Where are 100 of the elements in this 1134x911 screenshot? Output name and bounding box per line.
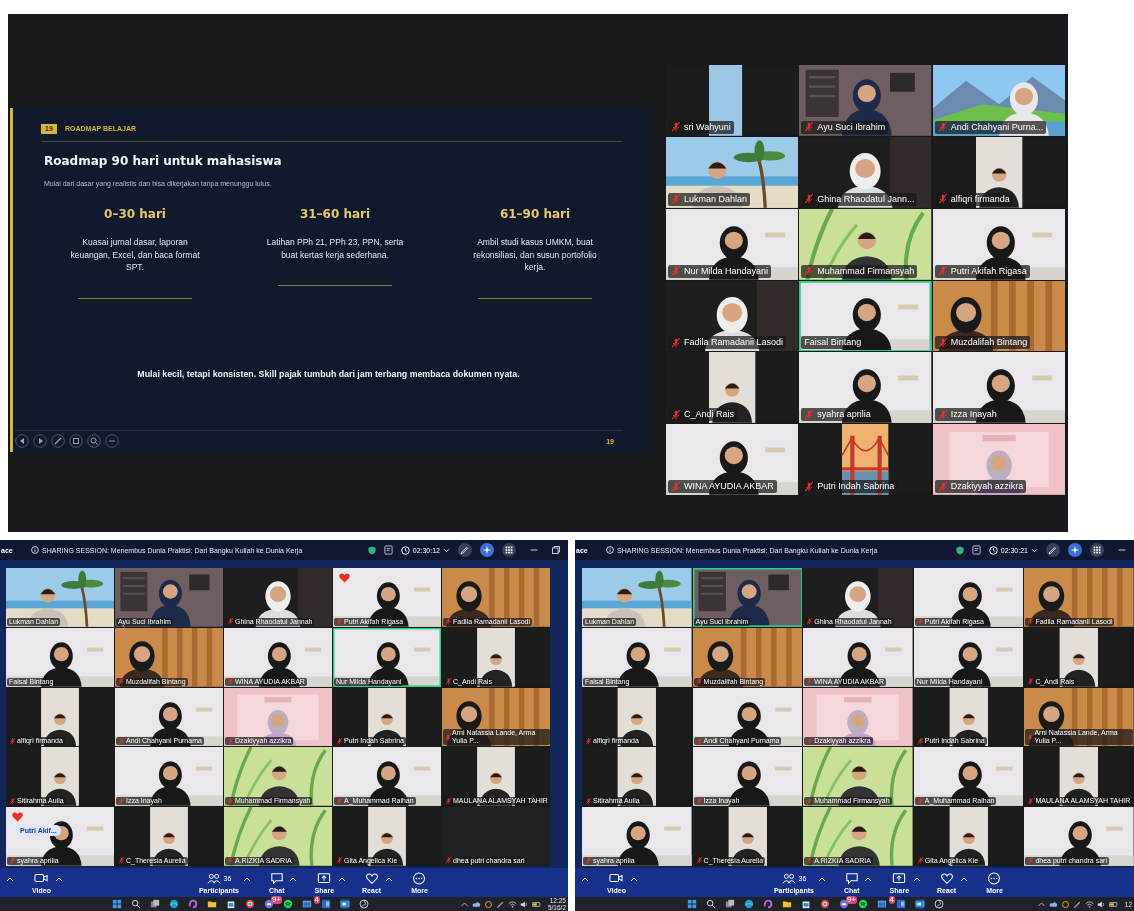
caret-icon[interactable] bbox=[960, 876, 969, 882]
participant-name: Putri Indah Sabrina bbox=[817, 481, 895, 492]
participant-name: Muhammad Firmansyah bbox=[817, 265, 915, 277]
caret-icon[interactable] bbox=[243, 876, 251, 882]
folder-icon[interactable] bbox=[207, 899, 217, 909]
participant-name: Nur Milda Handayani bbox=[684, 265, 769, 277]
caret-icon[interactable] bbox=[581, 876, 589, 882]
participant-name: Dzakiyyah azzikra bbox=[950, 481, 1024, 492]
speaker-icon[interactable] bbox=[519, 899, 529, 909]
participant-name: Putri Akifah Rigasa bbox=[950, 265, 1027, 277]
video-app-icon[interactable] bbox=[340, 899, 350, 909]
cloud-icon[interactable] bbox=[471, 899, 481, 909]
cloud-icon[interactable] bbox=[1048, 899, 1058, 909]
caret-icon[interactable] bbox=[338, 876, 347, 882]
more-icon bbox=[412, 871, 427, 885]
caret-icon[interactable] bbox=[385, 876, 394, 882]
swirl-icon[interactable] bbox=[763, 899, 773, 909]
windows-stack-icon[interactable] bbox=[150, 899, 160, 909]
aperture-icon[interactable] bbox=[934, 899, 944, 909]
caret-icon[interactable] bbox=[863, 876, 872, 882]
participant-name: C_Andi Rais bbox=[684, 409, 735, 421]
battery-icon[interactable] bbox=[531, 899, 541, 909]
ring-icon[interactable] bbox=[820, 899, 830, 909]
sound-waves-icon[interactable] bbox=[283, 899, 293, 909]
minimize-icon[interactable] bbox=[530, 546, 538, 554]
caret-icon[interactable] bbox=[629, 876, 638, 882]
caret-icon[interactable] bbox=[54, 876, 63, 882]
windows-stack-icon[interactable] bbox=[725, 899, 735, 909]
caret-icon[interactable] bbox=[6, 876, 14, 882]
heart-outline-icon bbox=[939, 871, 954, 885]
globe-icon[interactable] bbox=[169, 899, 179, 909]
participant-name: Lukman Dahlan bbox=[684, 193, 748, 205]
camera-icon bbox=[34, 871, 49, 885]
restore-icon[interactable] bbox=[552, 546, 560, 554]
apps-button[interactable] bbox=[502, 543, 516, 557]
participant-name: sri Wahyuni bbox=[684, 121, 731, 133]
pen-icon bbox=[1047, 544, 1059, 556]
wifi-icon[interactable] bbox=[507, 899, 517, 909]
notification-badge: 4 bbox=[313, 896, 320, 904]
chevron-down-icon[interactable] bbox=[1031, 547, 1038, 553]
phase-heading: 0–30 hari bbox=[104, 206, 166, 222]
participant-name: Izza Inayah bbox=[950, 409, 997, 421]
caret-icon[interactable] bbox=[818, 876, 826, 882]
participant-name: Ghina Rhaodatul Jann... bbox=[817, 193, 915, 205]
clock-icon bbox=[400, 545, 410, 555]
gamepad-icon[interactable] bbox=[839, 899, 849, 909]
window-app-icon[interactable] bbox=[302, 899, 312, 909]
sync-icon[interactable] bbox=[1060, 899, 1070, 909]
grid-icon bbox=[1091, 544, 1103, 556]
ring-icon[interactable] bbox=[245, 899, 255, 909]
play-icon[interactable] bbox=[33, 434, 47, 448]
phase-text: Ambil studi kasus UMKM, buat rekonsiliasi, dan susun portofolio kerja. bbox=[472, 236, 598, 274]
pen-tray-icon[interactable] bbox=[495, 899, 505, 909]
slides-icon[interactable] bbox=[69, 434, 83, 448]
windows-logo-icon[interactable] bbox=[112, 899, 122, 909]
folder-icon[interactable] bbox=[782, 899, 792, 909]
speaker-icon[interactable] bbox=[1096, 899, 1106, 909]
sound-waves-icon[interactable] bbox=[858, 899, 868, 909]
wifi-icon[interactable] bbox=[1084, 899, 1094, 909]
gamepad-icon[interactable] bbox=[264, 899, 274, 909]
windows-logo-icon[interactable] bbox=[687, 899, 697, 909]
share-screen-icon bbox=[317, 871, 332, 885]
assistant-button[interactable] bbox=[480, 543, 494, 557]
notes-icon[interactable] bbox=[971, 545, 981, 555]
notes-icon[interactable] bbox=[383, 545, 393, 555]
pen-icon bbox=[459, 544, 471, 556]
bag-icon[interactable] bbox=[801, 899, 811, 909]
globe-icon[interactable] bbox=[744, 899, 754, 909]
search-icon[interactable] bbox=[706, 899, 716, 909]
share-screen-icon bbox=[892, 871, 907, 885]
battery-icon[interactable] bbox=[1108, 899, 1118, 909]
notification-badge: 4 bbox=[888, 896, 895, 904]
participant-name: Andi Chahyani Purna... bbox=[950, 121, 1044, 133]
phase-heading: 31–60 hari bbox=[299, 206, 371, 222]
sync-icon[interactable] bbox=[483, 899, 493, 909]
document-app-icon[interactable] bbox=[896, 899, 906, 909]
caret-icon[interactable] bbox=[288, 876, 297, 882]
aperture-icon[interactable] bbox=[359, 899, 369, 909]
bag-icon[interactable] bbox=[226, 899, 236, 909]
notification-badge: 9+ bbox=[270, 896, 282, 904]
previous-icon[interactable] bbox=[15, 434, 29, 448]
shield-icon bbox=[367, 545, 376, 555]
zoom-icon[interactable] bbox=[87, 434, 101, 448]
document-app-icon[interactable] bbox=[321, 899, 331, 909]
video-app-icon[interactable] bbox=[915, 899, 925, 909]
pen-icon[interactable] bbox=[51, 434, 65, 448]
assistant-button[interactable] bbox=[1068, 543, 1082, 557]
caret-icon[interactable] bbox=[913, 876, 922, 882]
search-icon[interactable] bbox=[131, 899, 141, 909]
annotate-button[interactable] bbox=[458, 543, 472, 557]
annotate-button[interactable] bbox=[1046, 543, 1060, 557]
chevron-down-icon[interactable] bbox=[443, 547, 450, 553]
participant-name: Fadila Ramadanii Lasodi bbox=[684, 337, 784, 349]
apps-button[interactable] bbox=[1090, 543, 1104, 557]
window-app-icon[interactable] bbox=[877, 899, 887, 909]
phase-heading: 61–90 hari bbox=[499, 206, 571, 222]
minimize-icon[interactable] bbox=[1118, 546, 1126, 554]
more-icon[interactable] bbox=[105, 434, 119, 448]
swirl-icon[interactable] bbox=[188, 899, 198, 909]
pen-tray-icon[interactable] bbox=[1072, 899, 1082, 909]
